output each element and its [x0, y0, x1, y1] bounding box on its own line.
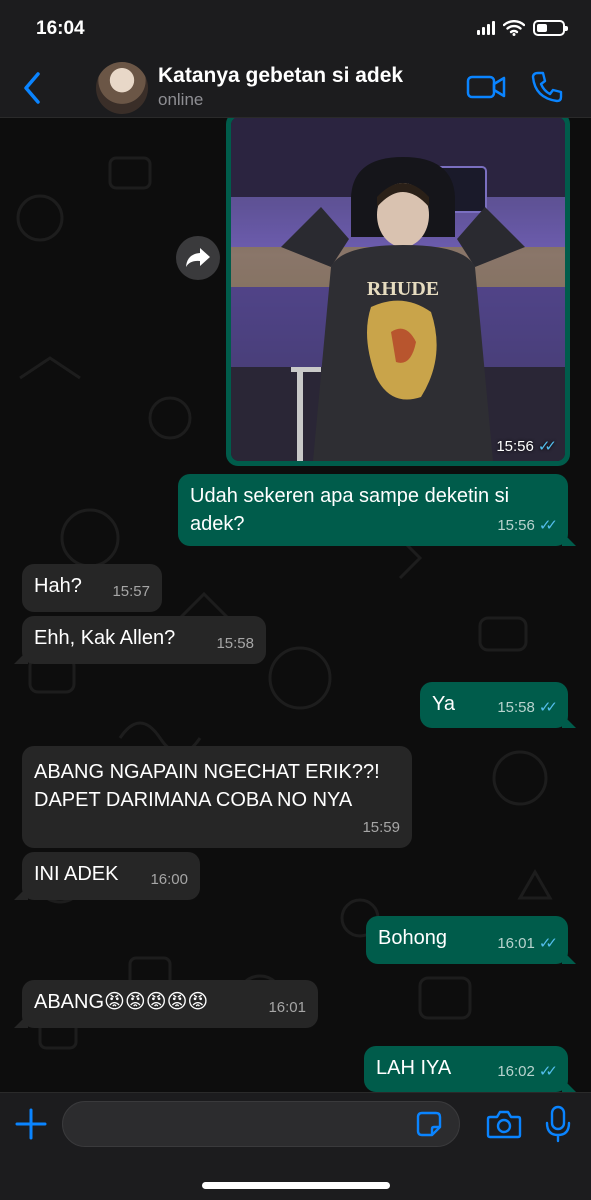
- microphone-icon[interactable]: [544, 1105, 572, 1143]
- message-text: Udah sekeren apa sampe deketin si adek?: [190, 485, 510, 535]
- message-text: Ehh, Kak Allen?: [34, 627, 176, 649]
- photo-illustration: RHUDE: [231, 118, 565, 461]
- message-time: 15:58: [216, 635, 254, 652]
- signal-icon: [477, 21, 495, 35]
- photo-image[interactable]: RHUDE 15:56 ✓✓: [231, 118, 565, 461]
- sticker-icon[interactable]: [414, 1109, 444, 1139]
- photo-time: 15:56 ✓✓: [496, 437, 557, 456]
- message-text: Ya: [432, 693, 455, 715]
- photo-time-text: 15:56: [496, 437, 534, 455]
- message-text: INI ADEK: [34, 863, 119, 885]
- message-text: ABANG NGAPAIN NGECHAT ERIK??! DAPET DARI…: [34, 761, 380, 811]
- contact-name[interactable]: Katanya gebetan si adek: [158, 64, 403, 88]
- forward-icon: [186, 248, 210, 267]
- read-receipt-icon: ✓✓: [538, 935, 558, 952]
- wifi-icon: [503, 20, 525, 36]
- camera-icon[interactable]: [486, 1107, 522, 1141]
- message-time: 15:59: [362, 819, 400, 836]
- contact-status: online: [158, 90, 204, 109]
- read-receipt-icon: ✓✓: [537, 438, 557, 455]
- message-bubble[interactable]: ABANG NGAPAIN NGECHAT ERIK??! DAPET DARI…: [22, 746, 412, 848]
- message-bubble[interactable]: Hah? 15:57: [22, 564, 162, 612]
- read-receipt-icon: ✓✓: [538, 1063, 558, 1080]
- message-text: ABANG😡😡😡😡😡: [34, 991, 209, 1013]
- status-icons: [477, 20, 568, 36]
- message-bubble[interactable]: Udah sekeren apa sampe deketin si adek? …: [178, 474, 576, 546]
- read-receipt-icon: ✓✓: [538, 699, 558, 716]
- plus-icon[interactable]: [14, 1107, 48, 1141]
- phone-icon[interactable]: [530, 70, 564, 104]
- message-time: 16:00: [150, 871, 188, 888]
- forward-button[interactable]: [176, 236, 220, 280]
- message-time: 15:58 ✓✓: [497, 694, 558, 722]
- message-time: 16:01: [268, 999, 306, 1016]
- status-time: 16:04: [36, 18, 85, 39]
- photo-message[interactable]: RHUDE 15:56 ✓✓: [226, 118, 570, 466]
- message-bubble[interactable]: Ya 15:58 ✓✓: [420, 682, 576, 728]
- chat-area[interactable]: RHUDE 15:56 ✓✓ Udah sekeren apa sampe de…: [0, 118, 591, 1092]
- status-bar: 16:04: [0, 0, 591, 58]
- chat-header: Katanya gebetan si adek online: [0, 58, 591, 118]
- message-time: 15:56 ✓✓: [497, 512, 558, 540]
- video-call-icon[interactable]: [466, 72, 506, 102]
- message-input[interactable]: [62, 1101, 460, 1147]
- back-icon[interactable]: [18, 70, 48, 106]
- message-time: 16:01 ✓✓: [497, 930, 558, 958]
- message-text: Bohong: [378, 927, 447, 949]
- home-indicator: [202, 1182, 390, 1189]
- svg-text:RHUDE: RHUDE: [367, 278, 439, 300]
- read-receipt-icon: ✓✓: [538, 517, 558, 534]
- message-bubble[interactable]: Bohong 16:01 ✓✓: [366, 916, 576, 964]
- message-time: 15:57: [112, 583, 150, 600]
- message-text: LAH IYA: [376, 1057, 452, 1079]
- message-text: Hah?: [34, 575, 82, 597]
- message-bubble[interactable]: Ehh, Kak Allen? 15:58: [14, 616, 266, 664]
- message-time: 16:02 ✓✓: [497, 1058, 558, 1086]
- message-bubble[interactable]: INI ADEK 16:00: [14, 852, 200, 900]
- message-bubble[interactable]: ABANG😡😡😡😡😡 16:01: [14, 980, 318, 1028]
- message-bubble[interactable]: LAH IYA 16:02 ✓✓: [364, 1046, 576, 1092]
- avatar[interactable]: [96, 62, 148, 114]
- battery-icon: [533, 20, 568, 36]
